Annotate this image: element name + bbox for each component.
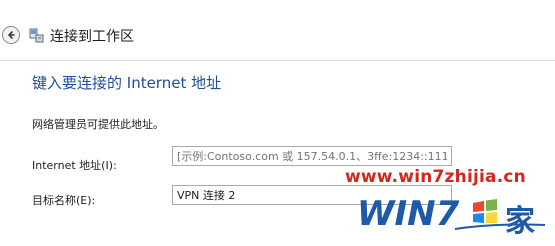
page-heading: 键入要连接的 Internet 地址 <box>32 74 222 92</box>
watermark-logo-text: WIN7 <box>357 194 460 234</box>
watermark-url: www.win7zhijia.cn <box>345 167 526 187</box>
windows-flag-icon <box>473 199 497 223</box>
watermark-logo-char: 家 <box>505 204 535 239</box>
info-text: 网络管理员可提供此地址。 <box>32 118 164 131</box>
back-button[interactable] <box>2 26 20 44</box>
internet-address-label: Internet 地址(I): <box>32 159 117 172</box>
window-title: 连接到工作区 <box>50 29 134 45</box>
destination-name-label: 目标名称(E): <box>32 194 96 207</box>
network-icon <box>29 28 44 43</box>
back-arrow-icon <box>7 30 15 40</box>
internet-address-input[interactable] <box>172 146 452 166</box>
title-bar: 连接到工作区 <box>0 0 555 61</box>
watermark-logo: WIN7 家 <box>357 194 546 239</box>
